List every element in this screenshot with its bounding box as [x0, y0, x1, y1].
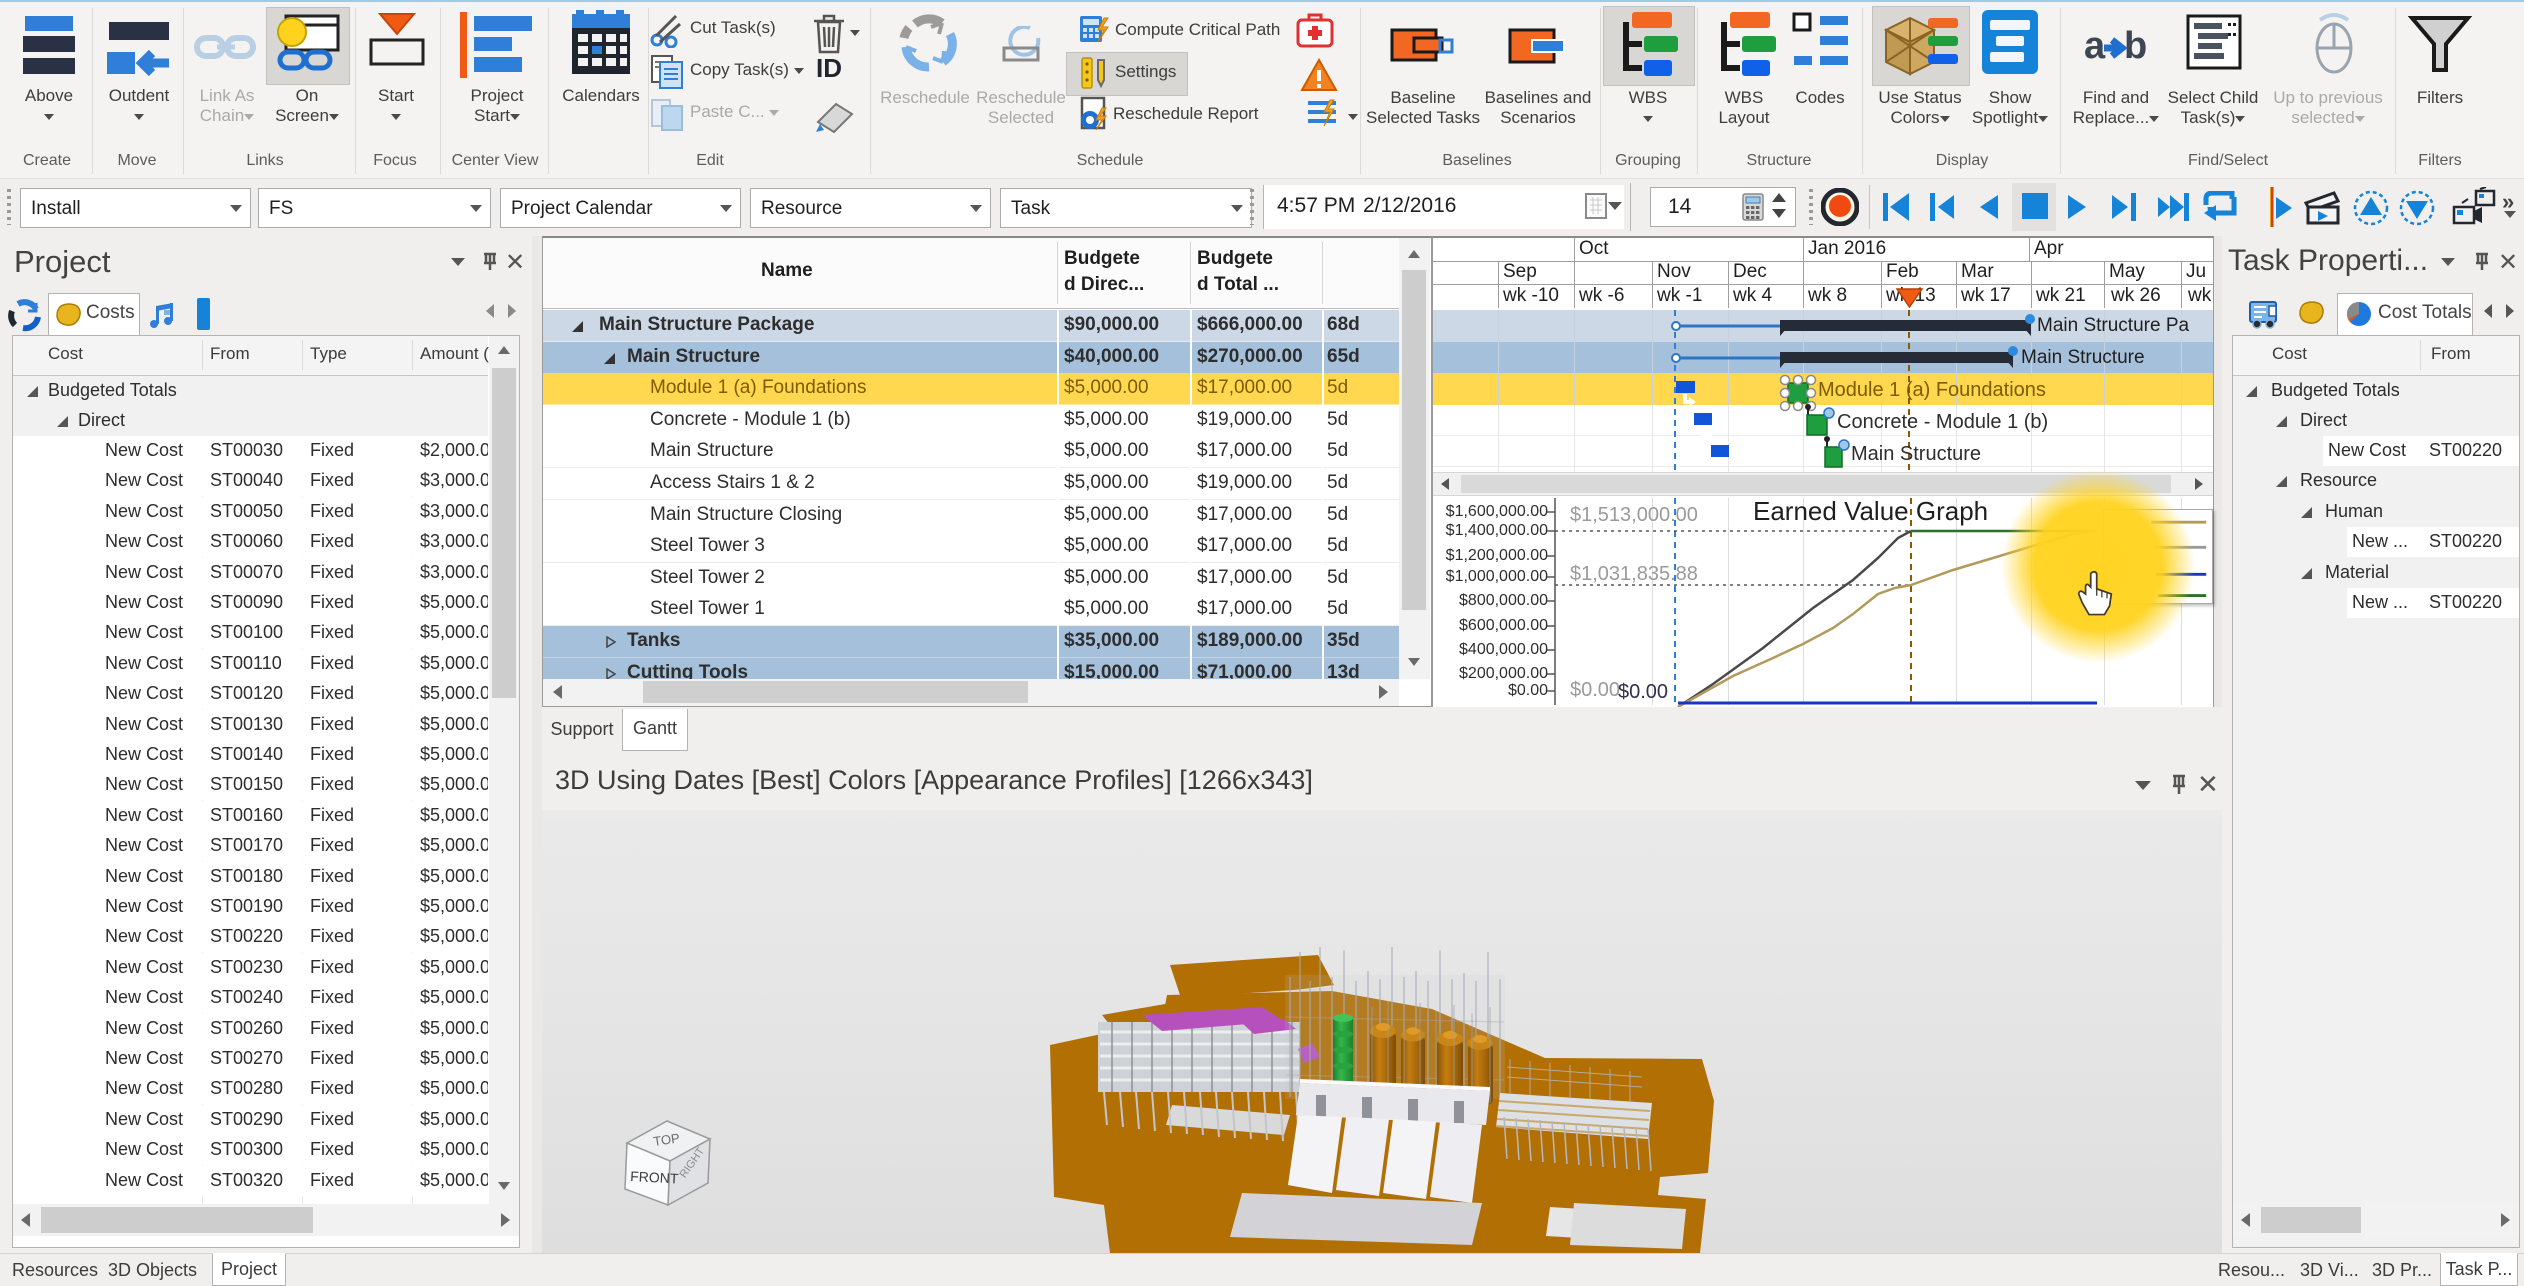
svg-text:a: a — [2084, 26, 2106, 66]
svg-text:b: b — [2124, 26, 2146, 66]
svg-text:FRONT: FRONT — [630, 1168, 679, 1187]
